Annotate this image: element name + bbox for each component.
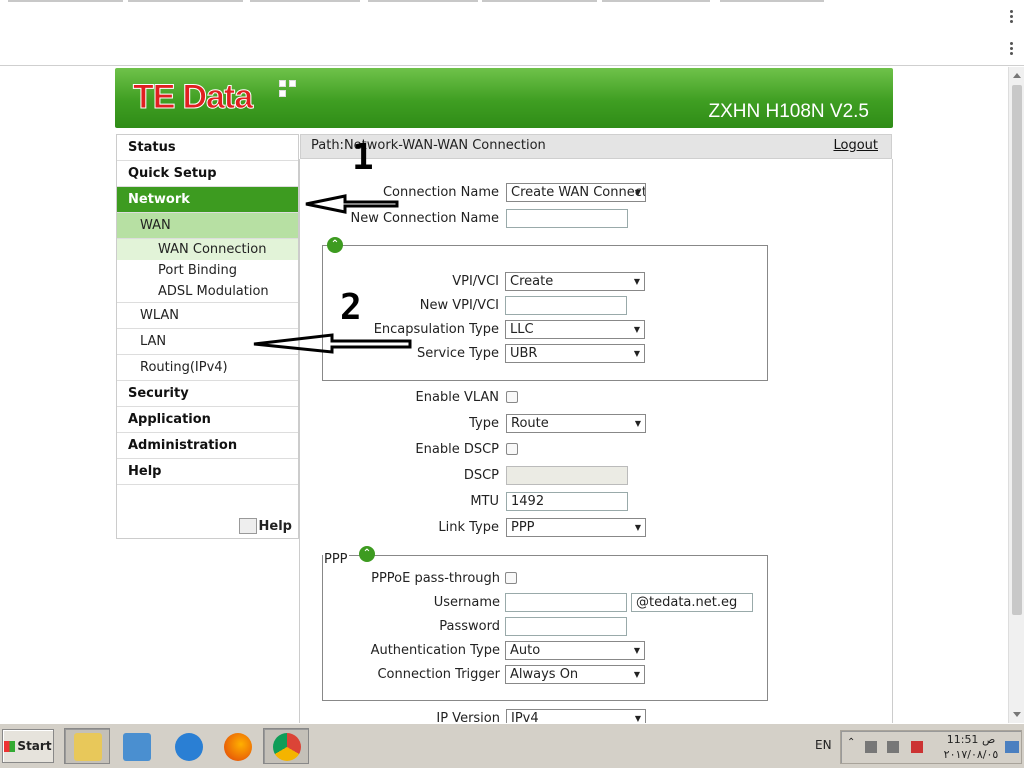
folder-icon (74, 733, 102, 761)
system-tray: ⌃ 11:51 ص ٢٠١٧/٠٨/٠٥ (840, 730, 1022, 764)
menu-icon[interactable] (1010, 42, 1014, 56)
username-label: Username (433, 595, 500, 610)
scroll-down-icon[interactable] (1013, 712, 1021, 717)
network-icon[interactable] (887, 741, 899, 753)
sidebar-item-wan-connection[interactable]: WAN Connection (117, 239, 298, 260)
scroll-up-icon[interactable] (1013, 73, 1021, 78)
collapse-icon[interactable]: ⌃ (327, 237, 343, 253)
type-label: Type (469, 416, 499, 431)
sidebar-item-status[interactable]: Status (117, 135, 298, 161)
sidebar-item-routing[interactable]: Routing(IPv4) (117, 355, 298, 381)
sidebar-item-quick-setup[interactable]: Quick Setup (117, 161, 298, 187)
sidebar-item-administration[interactable]: Administration (117, 433, 298, 459)
password-label: Password (439, 619, 500, 634)
username-input[interactable] (505, 593, 627, 612)
tab-strip (0, 0, 1000, 3)
connection-trigger-label: Connection Trigger (377, 667, 500, 682)
media-player-taskbar-button[interactable] (113, 728, 159, 764)
action-center-icon[interactable] (911, 741, 923, 753)
connection-name-select[interactable]: Create WAN Connection (506, 183, 646, 202)
show-desktop-icon[interactable] (1005, 741, 1019, 753)
password-input[interactable] (505, 617, 627, 636)
sidebar-nav: Status Quick Setup Network WAN WAN Conne… (116, 134, 299, 539)
ip-version-label: IP Version (436, 711, 500, 723)
model-name: ZXHN H108N V2.5 (708, 101, 869, 122)
pppoe-passthrough-checkbox[interactable] (505, 572, 517, 584)
type-select[interactable]: Route (506, 414, 646, 433)
sidebar-item-wlan[interactable]: WLAN (117, 303, 298, 329)
sidebar-item-network[interactable]: Network (117, 187, 298, 213)
logout-link[interactable]: Logout (833, 135, 878, 157)
connection-trigger-select[interactable]: Always On (505, 665, 645, 684)
volume-icon[interactable] (865, 741, 877, 753)
enable-vlan-label: Enable VLAN (415, 390, 499, 405)
te-data-logo: TE Data (132, 78, 296, 118)
ppp-legend: PPP (323, 552, 349, 567)
auth-type-label: Authentication Type (370, 643, 500, 658)
sidebar-item-adsl-modulation[interactable]: ADSL Modulation (117, 281, 298, 303)
new-connection-name-input[interactable] (506, 209, 628, 228)
clock-time: 11:51 ص (946, 733, 996, 746)
media-player-icon (123, 733, 151, 761)
ie-taskbar-button[interactable] (165, 728, 211, 764)
new-vpi-vci-input[interactable] (505, 296, 627, 315)
internet-explorer-icon (175, 733, 203, 761)
auth-type-select[interactable]: Auto (505, 641, 645, 660)
menu-icon[interactable] (1010, 10, 1014, 24)
clock-date: ٢٠١٧/٠٨/٠٥ (943, 748, 999, 761)
mtu-input[interactable]: 1492 (506, 492, 628, 511)
breadcrumb-path: Path:Network-WAN-WAN Connection (311, 138, 546, 153)
service-type-select[interactable]: UBR (505, 344, 645, 363)
browser-toolbar (0, 0, 1024, 66)
vertical-scrollbar[interactable] (1008, 67, 1024, 723)
firefox-icon (224, 733, 252, 761)
username-suffix: @tedata.net.eg (631, 593, 753, 612)
annotation-number-2: 2 (340, 287, 362, 328)
annotation-number-1: 1 (352, 137, 374, 178)
sidebar-item-application[interactable]: Application (117, 407, 298, 433)
sidebar-item-wan[interactable]: WAN (117, 213, 298, 239)
show-hidden-icons-icon[interactable]: ⌃ (847, 737, 859, 749)
windows-flag-icon (4, 741, 16, 752)
connection-name-label: Connection Name (382, 185, 499, 200)
start-button[interactable]: Start (2, 729, 54, 763)
chrome-taskbar-button[interactable] (263, 728, 309, 764)
header-banner: TE Data ZXHN H108N V2.5 (115, 68, 893, 128)
broken-image-icon (238, 518, 257, 534)
chrome-icon (273, 733, 301, 761)
service-type-label: Service Type (416, 346, 499, 361)
enable-dscp-label: Enable DSCP (415, 442, 499, 457)
dscp-input[interactable] (506, 466, 628, 485)
vpi-vci-select[interactable]: Create (505, 272, 645, 291)
enable-vlan-checkbox[interactable] (506, 391, 518, 403)
firefox-taskbar-button[interactable] (214, 728, 260, 764)
sidebar-item-lan[interactable]: LAN (117, 329, 298, 355)
explorer-taskbar-button[interactable] (64, 728, 110, 764)
clock[interactable]: 11:51 ص ٢٠١٧/٠٨/٠٥ (941, 732, 1001, 762)
mtu-label: MTU (470, 494, 499, 509)
enable-dscp-checkbox[interactable] (506, 443, 518, 455)
pppoe-passthrough-label: PPPoE pass-through (371, 571, 500, 586)
new-connection-name-label: New Connection Name (350, 211, 499, 226)
language-indicator[interactable]: EN (815, 738, 832, 752)
encapsulation-type-select[interactable]: LLC (505, 320, 645, 339)
sidebar-item-port-binding[interactable]: Port Binding (117, 260, 298, 281)
scrollbar-thumb[interactable] (1012, 85, 1022, 615)
router-admin-page: TE Data ZXHN H108N V2.5 Status Quick Setu… (0, 67, 1008, 723)
link-type-label: Link Type (438, 520, 499, 535)
breadcrumb: Path:Network-WAN-WAN Connection Logout (300, 134, 892, 159)
taskbar: Start EN ⌃ 11:51 ص ٢٠١٧/٠٨/٠٥ (0, 723, 1024, 768)
dscp-label: DSCP (463, 468, 499, 483)
collapse-icon[interactable]: ⌃ (359, 546, 375, 562)
help-link[interactable]: Help (238, 518, 292, 534)
link-type-select[interactable]: PPP (506, 518, 646, 537)
sidebar-item-help[interactable]: Help (117, 459, 298, 485)
sidebar-item-security[interactable]: Security (117, 381, 298, 407)
ip-version-select[interactable]: IPv4 (506, 709, 646, 723)
